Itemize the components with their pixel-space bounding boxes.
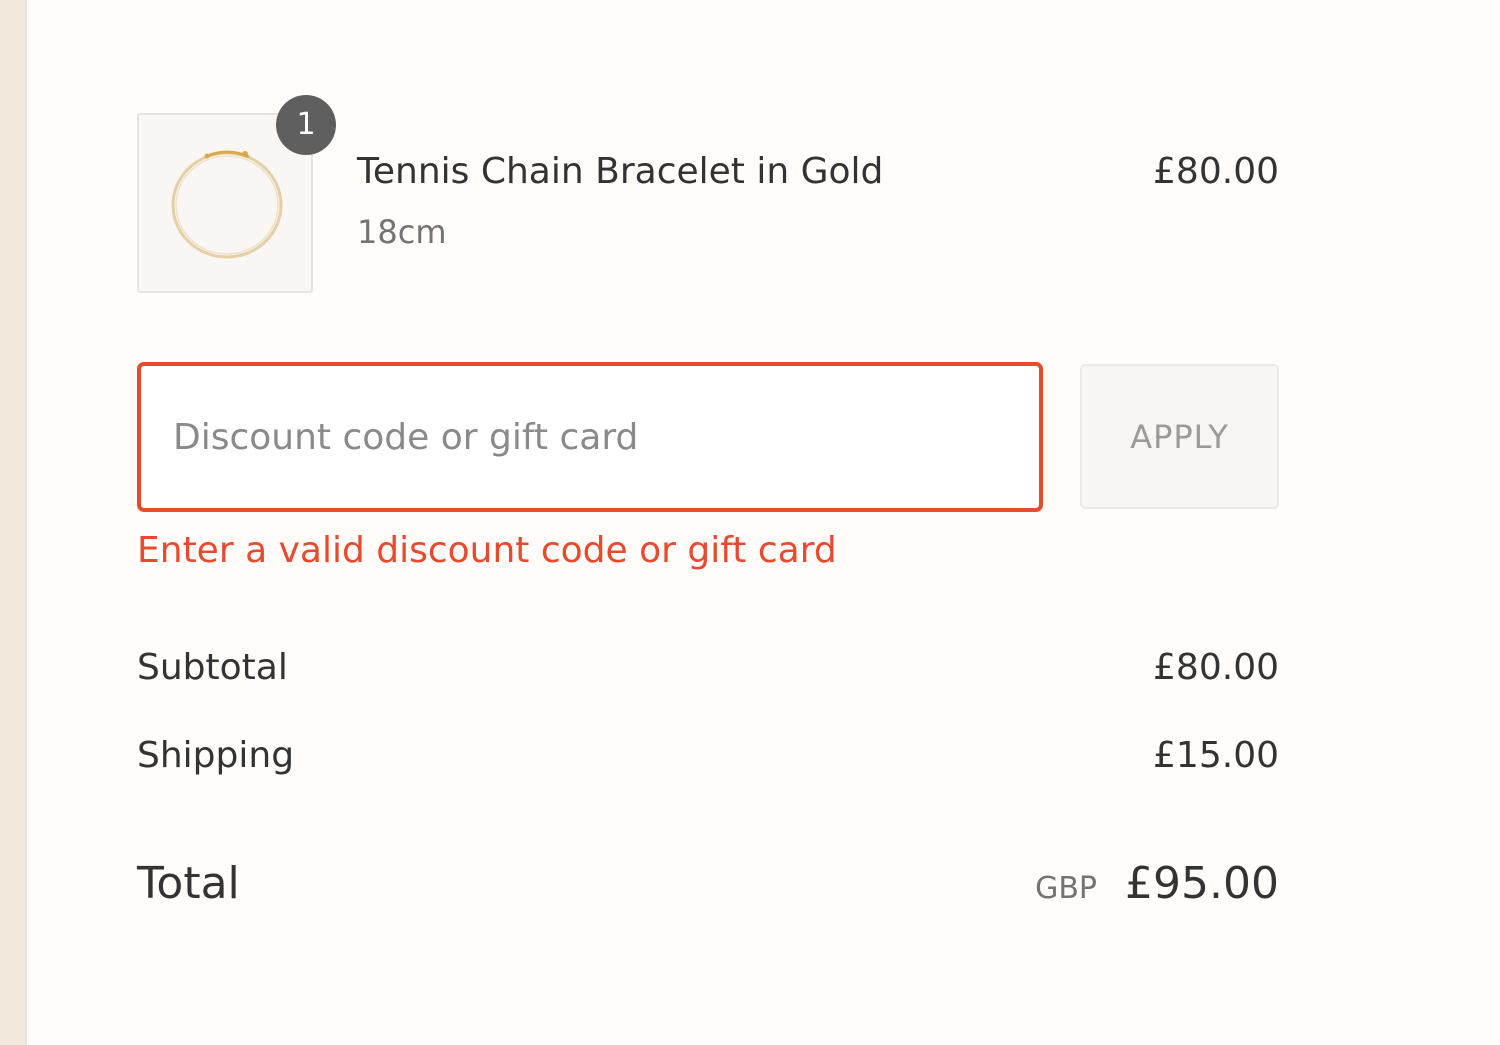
currency-code: GBP [1035, 871, 1097, 906]
product-price: £80.00 [1153, 151, 1279, 192]
total-label: Total [137, 858, 240, 909]
left-panel-edge [0, 0, 27, 1045]
product-name: Tennis Chain Bracelet in Gold [357, 151, 884, 192]
subtotal-value: £80.00 [1153, 647, 1279, 688]
quantity-badge: 1 [276, 95, 336, 155]
subtotal-label: Subtotal [137, 647, 288, 688]
subtotal-row: Subtotal £80.00 [137, 647, 1279, 695]
line-item: 1 Tennis Chain Bracelet in Gold 18cm £80… [137, 95, 1279, 295]
apply-discount-button[interactable]: APPLY [1080, 364, 1279, 509]
shipping-value: £15.00 [1153, 735, 1279, 776]
shipping-row: Shipping £15.00 [137, 735, 1279, 783]
product-variant: 18cm [357, 213, 447, 251]
discount-code-input[interactable] [137, 362, 1043, 512]
shipping-label: Shipping [137, 735, 295, 776]
discount-error-message: Enter a valid discount code or gift card [137, 530, 837, 571]
order-summary-panel: 1 Tennis Chain Bracelet in Gold 18cm £80… [137, 0, 1279, 1045]
total-value: £95.00 [1125, 858, 1279, 909]
total-row: Total GBP £95.00 [137, 858, 1279, 918]
order-summary-page: 1 Tennis Chain Bracelet in Gold 18cm £80… [0, 0, 1500, 1045]
